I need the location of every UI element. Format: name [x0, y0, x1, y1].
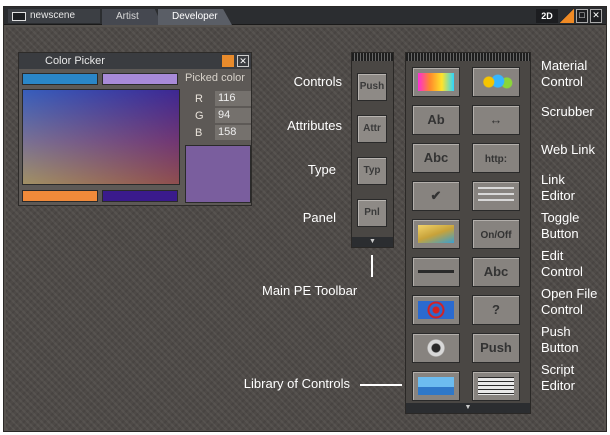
callout-library-label: Scrubber: [541, 104, 594, 119]
abc-label-icon: Abc: [423, 150, 449, 165]
color-bar-top-left[interactable]: [22, 73, 98, 85]
library-button-target[interactable]: [412, 295, 460, 325]
color-picker-titlebar[interactable]: Color Picker ✕: [19, 53, 251, 69]
library-button-toggle[interactable]: On/Off: [472, 219, 520, 249]
layers-icon: [418, 225, 454, 243]
attributes-tool-button[interactable]: Attr: [357, 115, 387, 143]
checkbox-icon: ✔: [430, 188, 442, 203]
scene-tab-label: newscene: [30, 10, 76, 21]
callout-library-label: Open File Control: [541, 286, 598, 317]
library-button-slider[interactable]: [412, 257, 460, 287]
callout-panel: Panel: [302, 210, 336, 225]
library-button-edit-control[interactable]: Abc: [472, 257, 520, 287]
callout-library-label: Push Button: [541, 324, 579, 355]
callout-controls: Controls: [293, 74, 342, 89]
callout-library-label: Toggle Button: [541, 210, 580, 241]
color-gradient-area[interactable]: [22, 89, 180, 185]
green-value-field[interactable]: 94: [215, 108, 251, 123]
type-tool-button[interactable]: Typ: [357, 157, 387, 185]
corner-orange-icon[interactable]: [560, 9, 574, 23]
color-picker-panel: Color Picker ✕ Picked color R 116 G 94 B…: [18, 52, 252, 206]
callout-library-label: Material Control: [541, 58, 588, 89]
push-tool-button[interactable]: Push: [357, 73, 387, 101]
library-button-link-editor[interactable]: [472, 181, 520, 211]
landscape-icon: [418, 377, 454, 395]
color-bar-top-right[interactable]: [102, 73, 178, 85]
material-gradient-icon: [418, 73, 454, 91]
red-label: R: [195, 93, 203, 105]
green-label: G: [195, 110, 204, 122]
edit-control-icon: Abc: [483, 264, 509, 279]
caption-library-of-controls: Library of Controls: [243, 376, 350, 391]
window-icon: [12, 12, 26, 21]
color-bar-bottom-right[interactable]: [102, 190, 178, 202]
caption-line-library: [360, 384, 402, 386]
tab-developer[interactable]: Developer: [158, 9, 232, 25]
library-button-abc-label[interactable]: Abc: [412, 143, 460, 173]
toolbar-footer[interactable]: ▼: [352, 237, 393, 247]
blue-label: B: [195, 127, 203, 139]
picked-color-label: Picked color: [185, 72, 245, 84]
link-editor-icon: [478, 187, 514, 205]
help-icon: ?: [492, 302, 500, 317]
library-button-script-editor[interactable]: [472, 371, 520, 401]
panel-tool-button[interactable]: Pnl: [357, 199, 387, 227]
target-icon: [418, 301, 454, 319]
library-button-layers[interactable]: [412, 219, 460, 249]
radio-icon: [418, 339, 454, 357]
weblink-icon: http:: [484, 154, 508, 165]
callout-type: Type: [307, 162, 336, 177]
library-button-scrubber-arrows[interactable]: ↔: [472, 105, 520, 135]
red-row: R 116: [185, 91, 251, 107]
library-button-help[interactable]: ?: [472, 295, 520, 325]
callout-library-label: Web Link: [541, 142, 595, 157]
scene-tab[interactable]: newscene: [8, 9, 100, 23]
callout-attributes: Attributes: [287, 118, 342, 133]
color-picker-close-icon[interactable]: ✕: [237, 55, 249, 67]
toolbar-grip[interactable]: [352, 53, 393, 61]
slider-icon: [418, 263, 454, 281]
library-button-checkbox[interactable]: ✔: [412, 181, 460, 211]
library-button-push[interactable]: Push: [472, 333, 520, 363]
library-button-spheres[interactable]: [472, 67, 520, 97]
toggle-icon: On/Off: [480, 230, 512, 241]
library-button-material-gradient[interactable]: [412, 67, 460, 97]
mode-2d-button[interactable]: 2D: [536, 9, 558, 23]
callout-library-label: Edit Control: [541, 248, 583, 279]
caption-main-pe-toolbar: Main PE Toolbar: [262, 283, 358, 298]
color-picker-title: Color Picker: [45, 55, 105, 67]
color-bar-bottom-left[interactable]: [22, 190, 98, 202]
spheres-icon: [478, 73, 514, 91]
blue-value-field[interactable]: 158: [215, 125, 251, 140]
main-pe-toolbar: Push Attr Typ Pnl ▼: [351, 52, 394, 248]
green-row: G 94: [185, 108, 251, 124]
library-button-radio[interactable]: [412, 333, 460, 363]
push-icon: Push: [480, 340, 512, 355]
library-button-landscape[interactable]: [412, 371, 460, 401]
dropdown-icon: Ab: [427, 112, 445, 127]
maximize-icon[interactable]: □: [576, 9, 588, 23]
callout-library-label: Script Editor: [541, 362, 575, 393]
red-value-field[interactable]: 116: [215, 91, 251, 106]
tab-artist[interactable]: Artist: [102, 9, 162, 25]
library-button-dropdown[interactable]: Ab: [412, 105, 460, 135]
picked-color-swatch: [185, 145, 251, 203]
library-button-weblink[interactable]: http:: [472, 143, 520, 173]
callout-library-label: Link Editor: [541, 172, 575, 203]
title-bar: newscene Artist Developer 2D □ ✕: [4, 7, 606, 25]
caption-line-toolbar: [371, 255, 373, 277]
library-of-controls: Ab ↔ Abc http: ✔ On/Off Abc? Push ▼: [405, 52, 531, 414]
close-icon[interactable]: ✕: [590, 9, 602, 23]
scrubber-arrows-icon: ↔: [489, 112, 503, 127]
library-footer[interactable]: ▼: [406, 403, 530, 413]
script-editor-icon: [478, 377, 514, 395]
library-grip[interactable]: [406, 53, 530, 61]
blue-row: B 158: [185, 125, 251, 141]
swatch-button[interactable]: [222, 55, 234, 67]
